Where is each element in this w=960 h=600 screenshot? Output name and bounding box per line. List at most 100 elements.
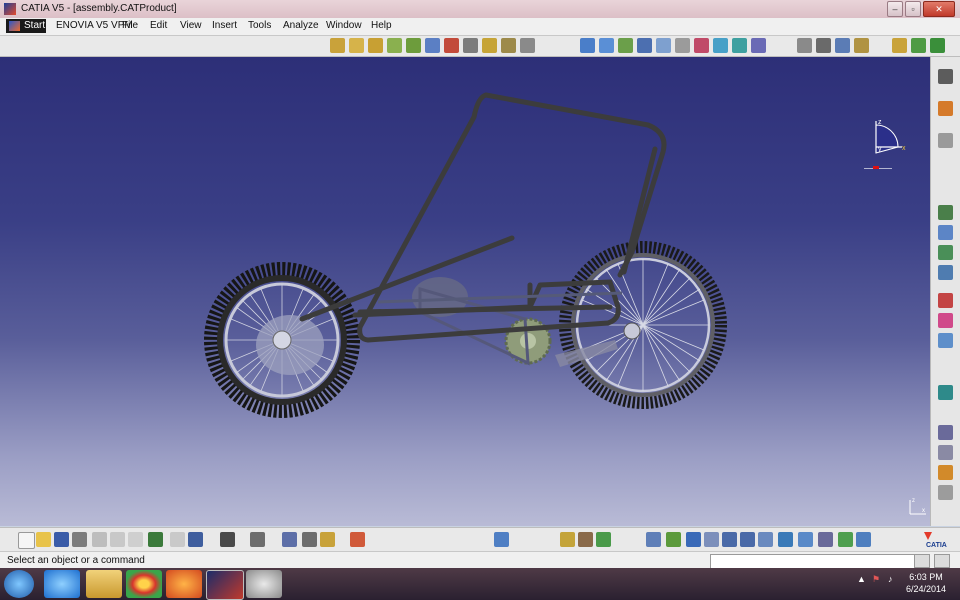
manipulation-icon[interactable]: [580, 38, 595, 53]
fix-together-icon[interactable]: [751, 38, 766, 53]
existing-component-with-positioning-icon[interactable]: [938, 265, 953, 280]
annotation-icon[interactable]: [911, 38, 926, 53]
update-icon[interactable]: [938, 385, 953, 400]
normal-view-icon[interactable]: [758, 532, 773, 547]
compass-widget[interactable]: z y x: [862, 117, 910, 169]
replace-component-icon[interactable]: [406, 38, 421, 53]
fix-component-icon[interactable]: [732, 38, 747, 53]
zoom-in-icon[interactable]: [722, 532, 737, 547]
status-toggle-icon[interactable]: [914, 554, 930, 568]
law-icon[interactable]: [596, 532, 611, 547]
measure-between-icon[interactable]: [938, 425, 953, 440]
isometric-view-icon[interactable]: [798, 532, 813, 547]
menu-window[interactable]: Window: [326, 20, 362, 31]
multi-view-icon[interactable]: [778, 532, 793, 547]
undo-icon[interactable]: [148, 532, 163, 547]
file-explorer-icon[interactable]: [86, 570, 122, 598]
explode-view-icon[interactable]: [938, 133, 953, 148]
knowledge-icon[interactable]: [494, 532, 509, 547]
show-hidden-icons-icon[interactable]: ▲: [857, 574, 866, 584]
menu-view[interactable]: View: [180, 20, 202, 31]
paste-icon[interactable]: [128, 532, 143, 547]
menu-file[interactable]: File: [122, 20, 138, 31]
scene-bottom-icon[interactable]: [250, 532, 265, 547]
selective-load-icon[interactable]: [463, 38, 478, 53]
bom-icon[interactable]: [320, 532, 335, 547]
shading-icon[interactable]: [818, 532, 833, 547]
clash-icon[interactable]: [797, 38, 812, 53]
insert-component-icon[interactable]: [349, 38, 364, 53]
multi-instantiation-icon[interactable]: [501, 38, 516, 53]
close-button[interactable]: ✕: [923, 1, 955, 17]
internet-explorer-icon[interactable]: [44, 570, 80, 598]
publication-icon[interactable]: [938, 485, 953, 500]
sectioning-icon[interactable]: [816, 38, 831, 53]
snap-icon[interactable]: [599, 38, 614, 53]
compare-products-icon[interactable]: [854, 38, 869, 53]
save-icon[interactable]: [54, 532, 69, 547]
select-icon[interactable]: [938, 101, 953, 116]
grid-icon[interactable]: [350, 532, 365, 547]
catalog-icon[interactable]: [302, 532, 317, 547]
start-menu[interactable]: Start: [6, 19, 46, 33]
distance-analysis-icon[interactable]: [835, 38, 850, 53]
existing-component-icon[interactable]: [387, 38, 402, 53]
weld-planner-icon[interactable]: [930, 38, 945, 53]
menu-insert[interactable]: Insert: [212, 20, 237, 31]
explode-icon[interactable]: [618, 38, 633, 53]
symmetry-icon[interactable]: [938, 333, 953, 348]
pan-icon[interactable]: [686, 532, 701, 547]
system-clock[interactable]: 6:03 PM 6/24/2014: [898, 571, 954, 595]
fast-multi-instantiation-icon[interactable]: [520, 38, 535, 53]
copy-icon[interactable]: [110, 532, 125, 547]
cut-icon[interactable]: [92, 532, 107, 547]
whats-this-icon[interactable]: [188, 532, 203, 547]
new-part-icon[interactable]: [938, 245, 953, 260]
contact-constraint-icon[interactable]: [675, 38, 690, 53]
windows-start-button[interactable]: [4, 570, 34, 598]
coincidence-constraint-icon[interactable]: [656, 38, 671, 53]
swap-visible-space-icon[interactable]: [856, 532, 871, 547]
manage-representations-icon[interactable]: [482, 38, 497, 53]
reuse-pattern-icon[interactable]: [938, 293, 953, 308]
formula-icon[interactable]: [560, 532, 575, 547]
define-multi-instantiation-icon[interactable]: [938, 313, 953, 328]
scene-icon[interactable]: [892, 38, 907, 53]
tricycle-model[interactable]: [0, 57, 930, 526]
maximize-button[interactable]: ▫: [905, 1, 921, 17]
design-table-icon[interactable]: [578, 532, 593, 547]
menu-analyze[interactable]: Analyze: [283, 20, 319, 31]
new-component-icon[interactable]: [938, 205, 953, 220]
menu-help[interactable]: Help: [371, 20, 392, 31]
chrome-icon[interactable]: [126, 570, 162, 598]
insert-product-icon[interactable]: [368, 38, 383, 53]
action-center-icon[interactable]: ⚑: [872, 574, 880, 585]
menu-edit[interactable]: Edit: [150, 20, 167, 31]
product-structure-icon[interactable]: [330, 38, 345, 53]
zoom-out-icon[interactable]: [740, 532, 755, 547]
status-pin-icon[interactable]: [934, 554, 950, 568]
offset-constraint-icon[interactable]: [694, 38, 709, 53]
hide-show-icon[interactable]: [838, 532, 853, 547]
measure-item-icon[interactable]: [938, 445, 953, 460]
3d-viewport[interactable]: z y x z x: [0, 57, 930, 526]
fly-mode-icon[interactable]: [646, 532, 661, 547]
menu-tools[interactable]: Tools: [248, 20, 271, 31]
product-icon[interactable]: [938, 69, 953, 84]
generate-numbering-icon[interactable]: [444, 38, 459, 53]
measure-inertia-icon[interactable]: [938, 465, 953, 480]
redo-icon[interactable]: [170, 532, 185, 547]
sketch-icon[interactable]: [282, 532, 297, 547]
volume-icon[interactable]: ♪: [888, 574, 893, 584]
angle-constraint-icon[interactable]: [713, 38, 728, 53]
new-product-icon[interactable]: [938, 225, 953, 240]
graph-tree-icon[interactable]: [425, 38, 440, 53]
firefox-icon[interactable]: [166, 570, 202, 598]
capture-icon[interactable]: [220, 532, 235, 547]
fit-all-in-icon[interactable]: [666, 532, 681, 547]
print-icon[interactable]: [72, 532, 87, 547]
catia-taskbar-icon[interactable]: [206, 570, 244, 600]
new-icon[interactable]: [18, 532, 35, 549]
rotate-icon[interactable]: [704, 532, 719, 547]
open-icon[interactable]: [36, 532, 51, 547]
